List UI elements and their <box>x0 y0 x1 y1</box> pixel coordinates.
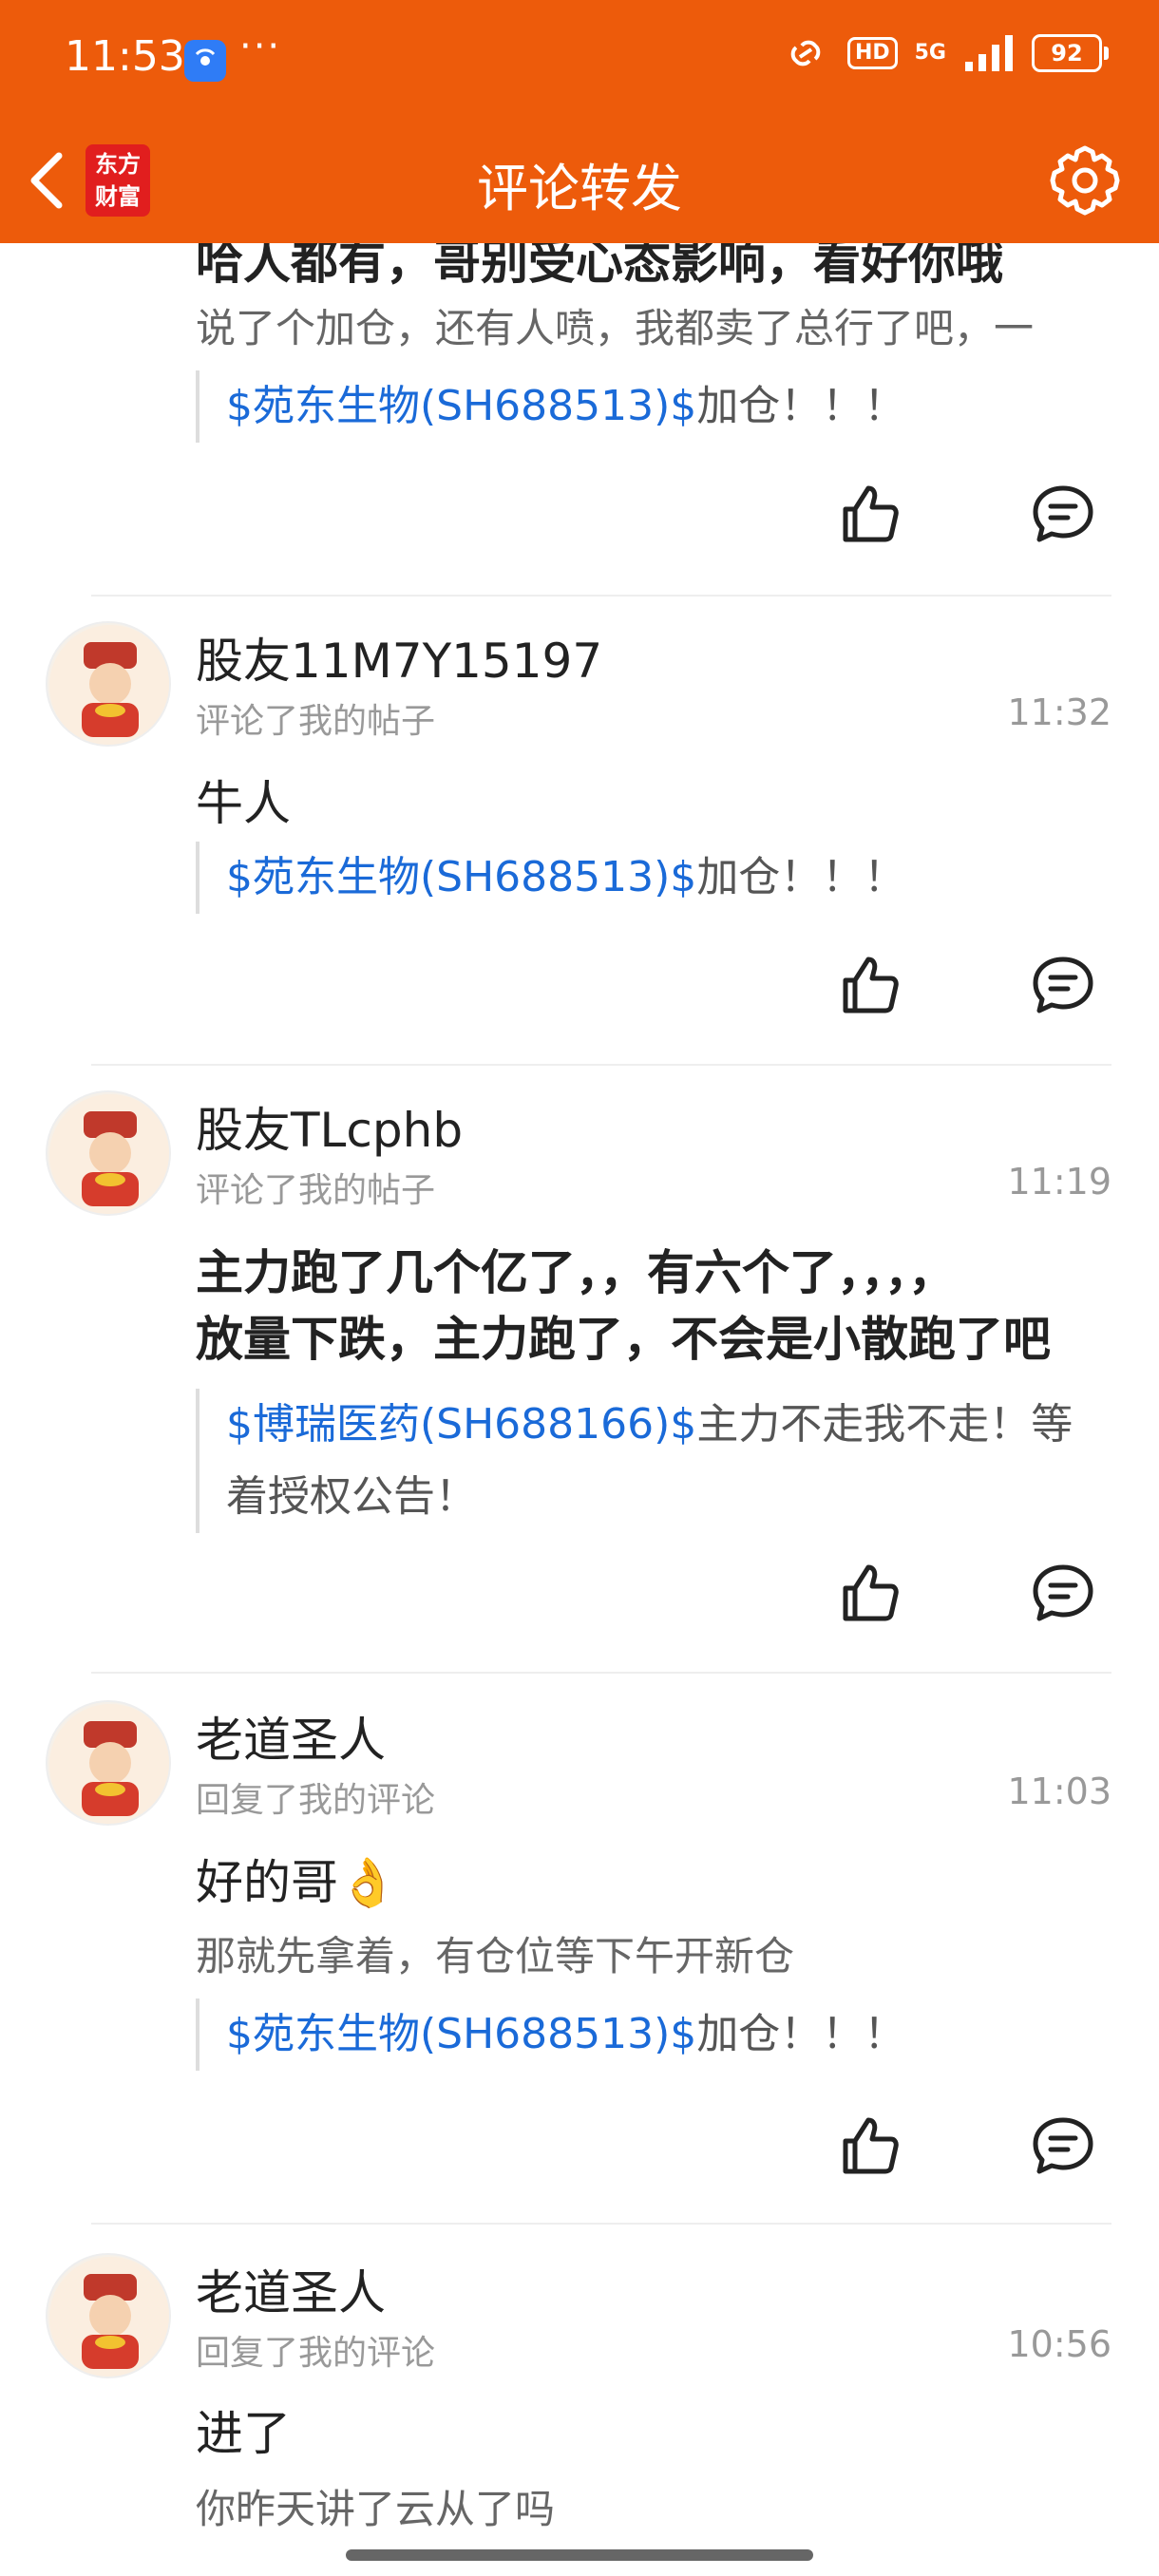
battery-indicator: 92 <box>1032 34 1109 72</box>
avatar[interactable] <box>46 2253 171 2378</box>
quoted-post[interactable]: $苑东生物(SH688513)$加仓！！！ <box>196 370 1110 443</box>
gear-icon <box>1050 145 1120 216</box>
username[interactable]: 老道圣人 <box>196 1702 386 1771</box>
comment-bubble-icon <box>1033 957 1093 1013</box>
quoted-post[interactable]: $苑东生物(SH688513)$加仓！！！ <box>196 842 1110 914</box>
comment-button[interactable] <box>1030 1560 1096 1626</box>
quote-text: 加仓！！！ <box>696 382 906 430</box>
status-indicators: HD 5G 92 <box>781 34 1109 72</box>
comment-time: 11:32 <box>1007 691 1112 733</box>
stock-link[interactable]: $苑东生物(SH688513)$ <box>226 382 696 430</box>
reply-text: 说了个加仓，还有人喷，我都卖了总行了吧，一 <box>196 305 1035 351</box>
comment-time: 11:19 <box>1007 1161 1112 1203</box>
comment-bubble-icon <box>1033 1564 1093 1621</box>
reply-text: 你昨天讲了云从了吗 <box>196 2486 556 2532</box>
battery-level: 92 <box>1051 40 1083 66</box>
settings-button[interactable] <box>1045 141 1125 220</box>
top-bar: 11:53 ··· HD 5G 92 东方 财富 评论转发 <box>0 0 1159 243</box>
app-notification-icon <box>184 40 226 82</box>
comment-text: 好的哥👌 <box>196 1855 398 1910</box>
quoted-post[interactable]: $苑东生物(SH688513)$加仓！！！ <box>196 1998 1110 2071</box>
link-icon <box>790 40 821 66</box>
comment-text: 进了 <box>196 2406 291 2461</box>
status-bar: 11:53 ··· HD 5G 92 <box>0 0 1159 118</box>
thumbs-up-icon <box>843 2117 899 2174</box>
signal-icon <box>965 35 1013 71</box>
comment-button[interactable] <box>1030 952 1096 1018</box>
comment-text-line2: 放量下跌，主力跑了，不会是小散跑了吧 <box>196 1312 1051 1367</box>
like-button[interactable] <box>836 1560 902 1626</box>
item-divider <box>91 1064 1112 1066</box>
comment-button[interactable] <box>1030 2112 1096 2179</box>
item-divider <box>91 2223 1112 2225</box>
action-label: 评论了我的帖子 <box>196 702 436 741</box>
thumbs-up-icon <box>843 1564 899 1621</box>
username[interactable]: 股友TLcphb <box>196 1092 463 1161</box>
avatar[interactable] <box>46 621 171 747</box>
stock-link[interactable]: $博瑞医药(SH688166)$ <box>226 1400 696 1449</box>
thumbs-up-icon <box>843 485 899 542</box>
quote-text: 加仓！！！ <box>696 2010 906 2058</box>
like-button[interactable] <box>836 2112 902 2179</box>
reply-text: 那就先拿着，有仓位等下午开新仓 <box>196 1933 795 1979</box>
username[interactable]: 老道圣人 <box>196 2255 386 2323</box>
avatar[interactable] <box>46 1700 171 1826</box>
action-label: 回复了我的评论 <box>196 1781 436 1820</box>
thumbs-up-icon <box>843 957 899 1013</box>
page-title: 评论转发 <box>477 159 682 218</box>
comment-bubble-icon <box>1033 485 1093 542</box>
status-more-dots: ··· <box>239 25 282 68</box>
comment-text-line1: 主力跑了几个亿了，，有六个了，，，， <box>196 1245 956 1300</box>
status-time: 11:53 <box>65 32 185 81</box>
comment-text: 牛人 <box>196 776 291 831</box>
action-label: 评论了我的帖子 <box>196 1171 436 1210</box>
comment-bubble-icon <box>1033 2117 1093 2174</box>
hd-badge: HD <box>846 37 898 69</box>
network-label: 5G <box>914 41 946 65</box>
quote-text: 加仓！！！ <box>696 853 906 901</box>
stock-link[interactable]: $苑东生物(SH688513)$ <box>226 2010 696 2058</box>
username[interactable]: 股友11M7Y15197 <box>196 623 602 691</box>
comment-time: 10:56 <box>1007 2323 1112 2365</box>
stock-link[interactable]: $苑东生物(SH688513)$ <box>226 853 696 901</box>
item-divider <box>91 595 1112 597</box>
comment-time: 11:03 <box>1007 1771 1112 1812</box>
quoted-post[interactable]: $博瑞医药(SH688166)$主力不走我不走！等着授权公告！ <box>196 1389 1110 1533</box>
like-button[interactable] <box>836 481 902 547</box>
action-label: 回复了我的评论 <box>196 2334 436 2373</box>
comment-button[interactable] <box>1030 481 1096 547</box>
like-button[interactable] <box>836 952 902 1018</box>
nav-bar: 东方 财富 评论转发 <box>0 118 1159 243</box>
home-indicator[interactable] <box>346 2549 813 2561</box>
item-divider <box>91 1672 1112 1674</box>
avatar[interactable] <box>46 1090 171 1216</box>
